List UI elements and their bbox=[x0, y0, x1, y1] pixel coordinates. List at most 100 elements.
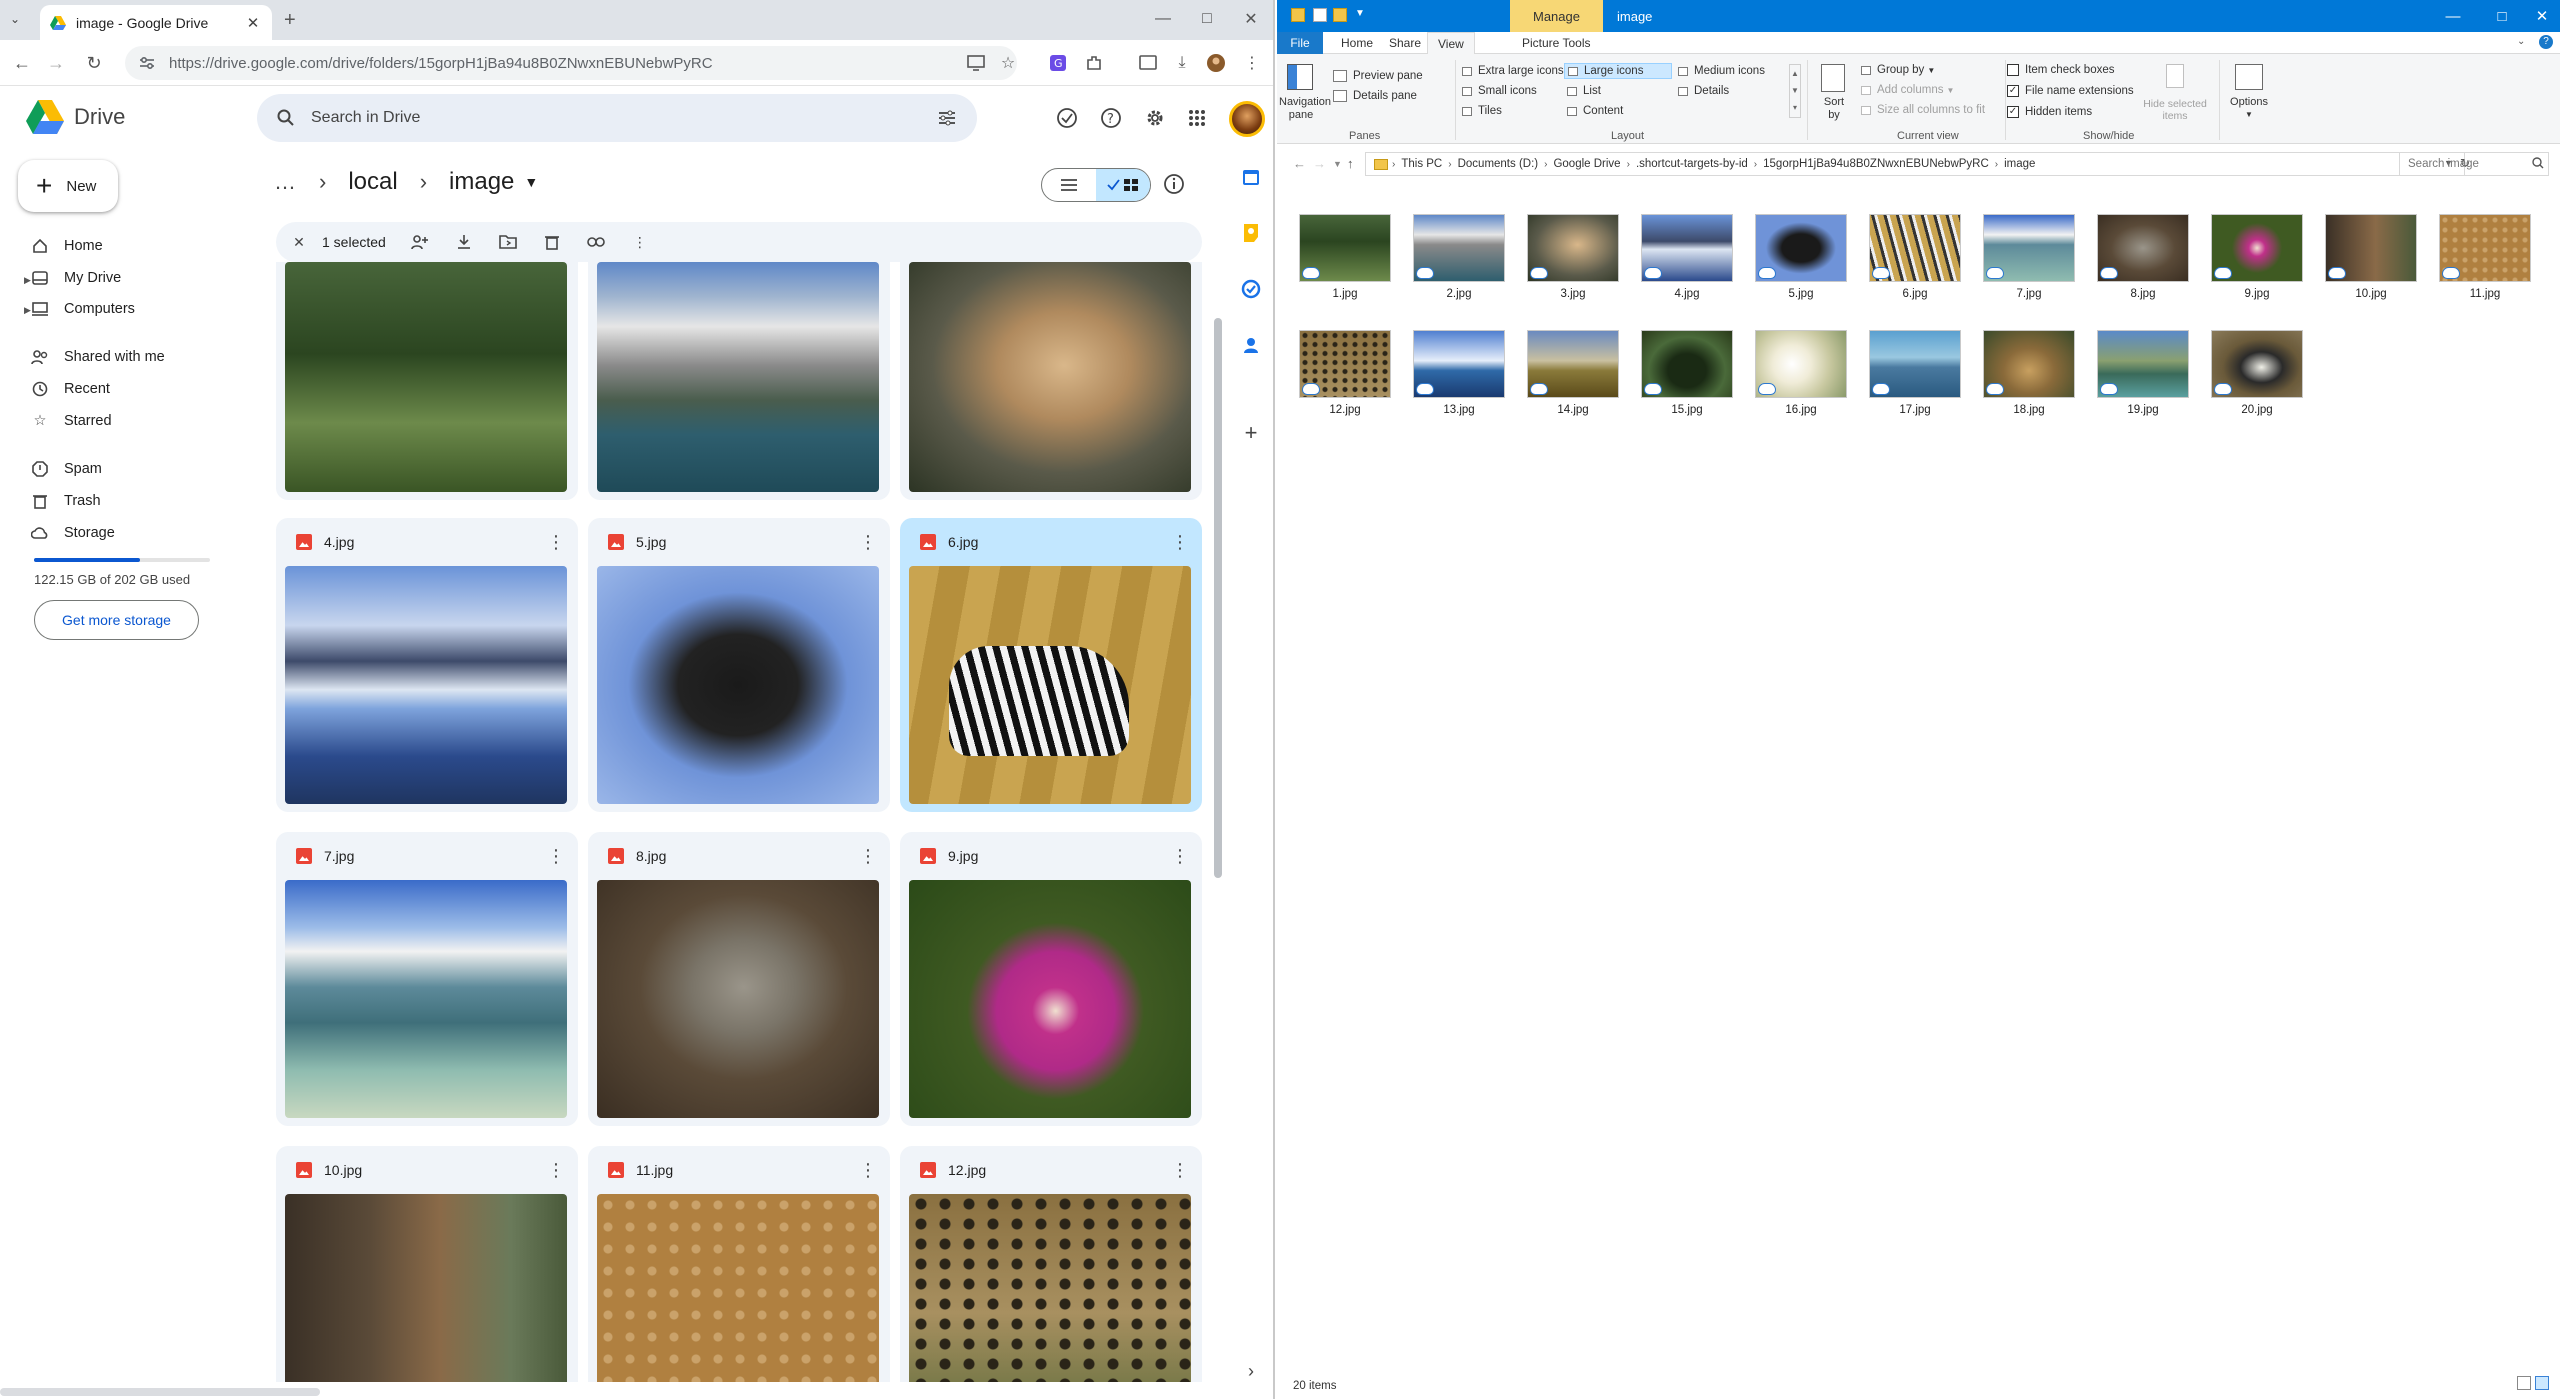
layout-tiles[interactable]: Tiles bbox=[1459, 104, 1505, 118]
file-item[interactable]: 18.jpg bbox=[1979, 330, 2079, 416]
minimize-icon[interactable]: — bbox=[1146, 6, 1180, 32]
more-options-icon[interactable]: ⋮ bbox=[856, 530, 880, 554]
maximize-icon[interactable]: □ bbox=[1190, 6, 1224, 32]
file-item[interactable]: 4.jpg bbox=[1637, 214, 1737, 300]
file-card-12[interactable]: 12.jpg ⋮ bbox=[900, 1146, 1202, 1382]
layout-medium-icons[interactable]: Medium icons bbox=[1675, 64, 1768, 78]
minimize-icon[interactable]: — bbox=[2438, 6, 2468, 26]
account-avatar[interactable] bbox=[1229, 101, 1265, 137]
options-button[interactable]: Options ▼ bbox=[2223, 96, 2275, 120]
navigation-pane-button[interactable]: Navigation pane bbox=[1279, 96, 1331, 122]
settings-gear-icon[interactable] bbox=[1142, 105, 1168, 131]
tab-close-icon[interactable]: ✕ bbox=[244, 14, 262, 32]
tab-file[interactable]: File bbox=[1277, 32, 1323, 54]
horizontal-scrollbar[interactable] bbox=[0, 1388, 320, 1396]
sidebar-item-home[interactable]: Home bbox=[30, 231, 103, 261]
grid-view-button[interactable] bbox=[1096, 169, 1150, 201]
manage-tab[interactable]: Manage bbox=[1510, 0, 1603, 32]
address-crumb[interactable]: Documents (D:) bbox=[1458, 158, 1539, 170]
layout-details[interactable]: Details bbox=[1675, 84, 1732, 98]
cast-icon[interactable] bbox=[1136, 51, 1160, 75]
breadcrumb-local[interactable]: local bbox=[348, 168, 397, 196]
checkbox[interactable] bbox=[2007, 64, 2019, 76]
address-crumb[interactable]: This PC bbox=[1401, 158, 1442, 170]
tab-picture-tools[interactable]: Picture Tools bbox=[1512, 32, 1600, 54]
address-crumb[interactable]: Google Drive bbox=[1553, 158, 1620, 170]
file-item[interactable]: 2.jpg bbox=[1409, 214, 1509, 300]
layout-extra-large-icons[interactable]: Extra large icons bbox=[1459, 64, 1567, 78]
file-card-3[interactable] bbox=[900, 262, 1202, 500]
get-more-storage-button[interactable]: Get more storage bbox=[34, 600, 199, 640]
more-options-icon[interactable]: ⋮ bbox=[1168, 844, 1192, 868]
tab-home[interactable]: Home bbox=[1331, 32, 1383, 54]
sidebar-item-computers[interactable]: Computers bbox=[30, 294, 135, 324]
help-icon[interactable]: ? bbox=[2539, 35, 2553, 49]
group-by-button[interactable]: Group by ▼ bbox=[1861, 64, 1935, 76]
move-to-folder-icon[interactable] bbox=[496, 230, 520, 254]
explorer-search-input[interactable]: Search image bbox=[2399, 152, 2549, 176]
layout-list[interactable]: List bbox=[1564, 84, 1604, 98]
item-check-boxes-toggle[interactable]: Item check boxes bbox=[2007, 64, 2114, 76]
file-card-2[interactable] bbox=[588, 262, 890, 500]
add-columns-button[interactable]: Add columns ▼ bbox=[1861, 84, 1954, 96]
file-card-8[interactable]: 8.jpg ⋮ bbox=[588, 832, 890, 1126]
search-input[interactable]: Search in Drive bbox=[257, 94, 977, 142]
hide-selected-items-button[interactable]: Hide selected items bbox=[2137, 98, 2213, 122]
file-card-7[interactable]: 7.jpg ⋮ bbox=[276, 832, 578, 1126]
more-options-icon[interactable]: ⋮ bbox=[1168, 530, 1192, 554]
file-item[interactable]: 3.jpg bbox=[1523, 214, 1623, 300]
browser-tab[interactable]: image - Google Drive ✕ bbox=[40, 5, 272, 40]
bookmark-star-icon[interactable]: ☆ bbox=[996, 51, 1020, 75]
file-item[interactable]: 20.jpg bbox=[2207, 330, 2307, 416]
keep-icon[interactable] bbox=[1240, 222, 1262, 244]
more-options-icon[interactable]: ⋮ bbox=[856, 844, 880, 868]
file-item[interactable]: 7.jpg bbox=[1979, 214, 2079, 300]
list-view-button[interactable] bbox=[1042, 169, 1096, 201]
download-icon[interactable] bbox=[452, 230, 476, 254]
tab-search-icon[interactable]: ⌄ bbox=[10, 12, 20, 26]
more-options-icon[interactable]: ⋮ bbox=[1168, 1158, 1192, 1182]
breadcrumb-current[interactable]: image bbox=[449, 168, 514, 196]
install-app-icon[interactable] bbox=[964, 51, 988, 75]
clear-selection-icon[interactable]: ✕ bbox=[288, 231, 310, 253]
file-item[interactable]: 8.jpg bbox=[2093, 214, 2193, 300]
sidebar-item-shared[interactable]: Shared with me bbox=[30, 342, 165, 372]
close-window-icon[interactable]: ✕ bbox=[1234, 6, 1268, 32]
chrome-menu-icon[interactable]: ⋮ bbox=[1240, 51, 1264, 75]
file-card-9[interactable]: 9.jpg ⋮ bbox=[900, 832, 1202, 1126]
drive-logo[interactable]: Drive bbox=[26, 100, 125, 134]
file-item[interactable]: 14.jpg bbox=[1523, 330, 1623, 416]
address-crumb[interactable]: 15gorpH1jBa94u8B0ZNwxnEBUNebwPyRC bbox=[1763, 158, 1989, 170]
extensions-puzzle-icon[interactable] bbox=[1082, 51, 1106, 75]
address-crumb[interactable]: .shortcut-targets-by-id bbox=[1636, 158, 1748, 170]
file-card-6[interactable]: 6.jpg ⋮ bbox=[900, 518, 1202, 812]
hidden-items-toggle[interactable]: ✓ Hidden items bbox=[2007, 106, 2092, 118]
add-addon-icon[interactable]: + bbox=[1240, 420, 1262, 445]
offline-status-icon[interactable] bbox=[1054, 105, 1080, 131]
file-item[interactable]: 1.jpg bbox=[1295, 214, 1395, 300]
layout-small-icons[interactable]: Small icons bbox=[1459, 84, 1540, 98]
layout-content[interactable]: Content bbox=[1564, 104, 1626, 118]
properties-icon[interactable] bbox=[1313, 8, 1327, 22]
sidebar-item-starred[interactable]: ☆ Starred bbox=[30, 406, 112, 436]
file-name-extensions-toggle[interactable]: ✓ File name extensions bbox=[2007, 85, 2134, 97]
size-columns-button[interactable]: Size all columns to fit bbox=[1861, 104, 1985, 116]
file-item[interactable]: 19.jpg bbox=[2093, 330, 2193, 416]
maximize-icon[interactable]: □ bbox=[2487, 6, 2517, 26]
tab-share[interactable]: Share bbox=[1379, 32, 1431, 54]
details-view-icon[interactable] bbox=[2517, 1376, 2531, 1390]
checkbox-checked[interactable]: ✓ bbox=[2007, 106, 2019, 118]
sidebar-item-storage[interactable]: Storage bbox=[30, 518, 115, 548]
address-crumb[interactable]: image bbox=[2004, 158, 2035, 170]
large-icons-view-icon[interactable] bbox=[2535, 1376, 2549, 1390]
site-info-icon[interactable] bbox=[139, 56, 155, 70]
layout-large-icons[interactable]: Large icons bbox=[1564, 63, 1672, 79]
preview-pane-button[interactable]: Preview pane bbox=[1333, 70, 1423, 82]
file-item[interactable]: 11.jpg bbox=[2435, 214, 2535, 300]
calendar-icon[interactable] bbox=[1240, 166, 1262, 188]
tab-view[interactable]: View bbox=[1427, 32, 1475, 54]
copy-link-icon[interactable] bbox=[584, 230, 608, 254]
new-folder-icon[interactable] bbox=[1333, 8, 1347, 22]
address-bar[interactable]: https://drive.google.com/drive/folders/1… bbox=[125, 46, 1017, 80]
hide-side-panel-icon[interactable]: › bbox=[1240, 1360, 1262, 1382]
